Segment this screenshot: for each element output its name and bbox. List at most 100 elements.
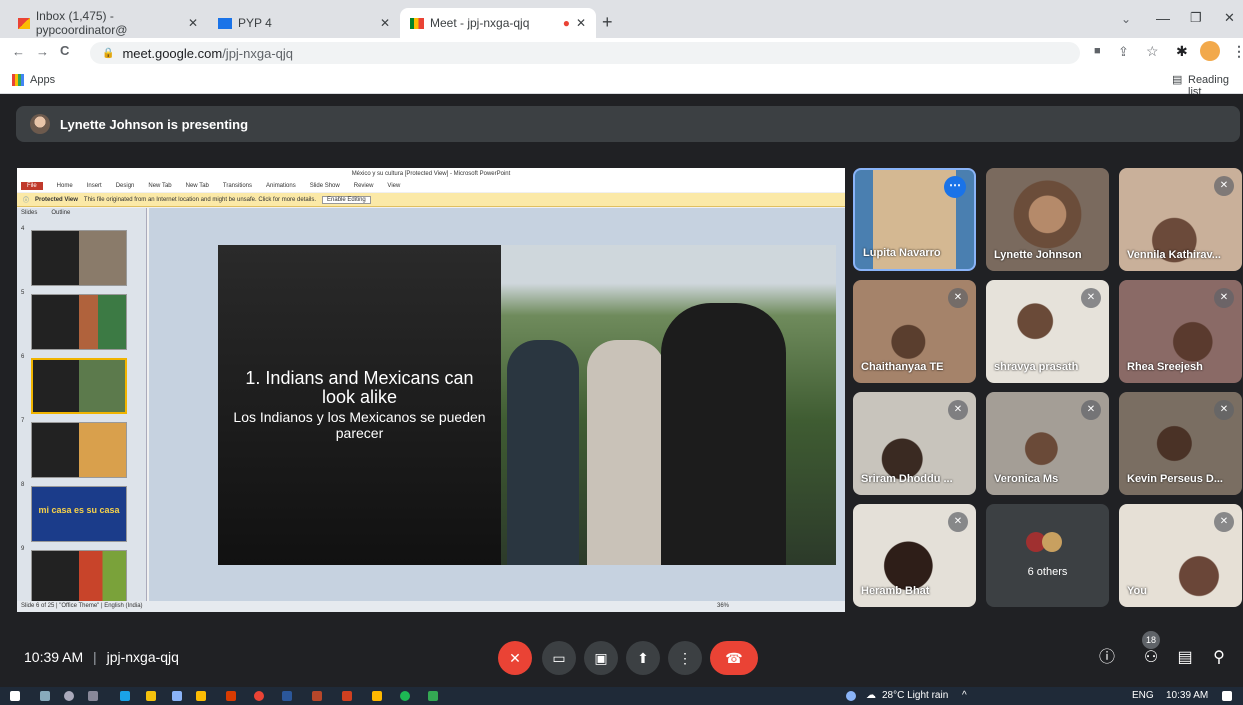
meet-app-icon[interactable] <box>428 691 438 701</box>
app-icon[interactable] <box>196 691 206 701</box>
system-clock[interactable]: 10:39 AM <box>1166 690 1208 701</box>
info-icon: ⓘ <box>23 198 30 204</box>
folder-icon[interactable] <box>372 691 382 701</box>
recording-dot-icon: ● <box>562 16 570 30</box>
people-icon[interactable]: ⚇ <box>1138 645 1164 671</box>
meet-control-bar: 10:39 AM | jpj-nxga-qjq ✕ ▭ ▣ ⬆ ⋮ ☎ ⓘ 18… <box>0 625 1243 687</box>
participant-name: Vennila Kathirav... <box>1127 249 1221 261</box>
ribbon-tab-file: File <box>21 182 43 190</box>
participant-name: Heramb Bhat <box>861 585 930 597</box>
meet-icon <box>410 17 424 29</box>
participant-tile[interactable]: ✕ shravya prasath <box>986 280 1109 383</box>
meeting-clock: 10:39 AM | jpj-nxga-qjq <box>24 649 179 665</box>
back-icon[interactable]: ← <box>12 44 25 59</box>
reload-icon[interactable]: C <box>60 43 69 58</box>
menu-icon[interactable]: ⋮ <box>1232 43 1243 60</box>
participant-name: shravya prasath <box>994 361 1079 373</box>
close-icon[interactable]: ✕ <box>188 16 198 30</box>
participant-tile[interactable]: ✕ Kevin Perseus D... <box>1119 392 1242 495</box>
separator: | <box>93 649 97 665</box>
tray-chevron-icon[interactable]: ^ <box>962 690 967 701</box>
leave-call-button[interactable]: ☎ <box>710 641 758 675</box>
browser-tab-strip: Inbox (1,475) - pypcoordinator@ ✕ PYP 4 … <box>0 0 1243 38</box>
mic-off-icon: ✕ <box>948 288 968 308</box>
participant-tile[interactable]: ⋯ Lupita Navarro <box>853 168 976 271</box>
powerpoint-icon[interactable] <box>312 691 322 701</box>
meeting-info-icon[interactable]: ⓘ <box>1094 645 1120 671</box>
help-icon[interactable] <box>846 691 856 701</box>
ribbon-tab: View <box>387 183 401 189</box>
participant-name: Rhea Sreejesh <box>1127 361 1203 373</box>
extensions-icon[interactable]: ✱ <box>1176 43 1188 60</box>
minimize-icon[interactable]: — <box>1156 10 1170 26</box>
ppt-title: México y su cultura [Protected View] - M… <box>351 171 511 177</box>
avatar <box>1042 532 1062 552</box>
dropbox-icon[interactable] <box>172 691 182 701</box>
chrome-icon[interactable] <box>254 691 264 701</box>
file-explorer-icon[interactable] <box>146 691 156 701</box>
more-options-button[interactable]: ⋮ <box>668 641 702 675</box>
spotify-icon[interactable] <box>400 691 410 701</box>
captions-button[interactable]: ▣ <box>584 641 618 675</box>
participant-tile[interactable]: ✕ Sriram Dhoddu ... <box>853 392 976 495</box>
others-tile[interactable]: 6 others <box>986 504 1109 607</box>
tab-label: Inbox (1,475) - pypcoordinator@ <box>35 9 128 37</box>
star-icon[interactable]: ☆ <box>1146 43 1159 60</box>
new-tab-button[interactable]: + <box>602 12 613 33</box>
close-window-icon[interactable]: ✕ <box>1224 10 1235 26</box>
word-icon[interactable] <box>282 691 292 701</box>
chat-icon[interactable]: ▤ <box>1172 645 1198 671</box>
url-path: /jpj-nxga-qjq <box>222 45 294 61</box>
ppt-statusbar: Slide 6 of 25 | "Office Theme" | English… <box>17 601 845 612</box>
participant-tile[interactable]: Lynette Johnson <box>986 168 1109 271</box>
participant-tile[interactable]: ✕ Rhea Sreejesh <box>1119 280 1242 383</box>
more-options-icon[interactable]: ⋯ <box>944 176 966 198</box>
camera-off-icon: ▭ <box>552 650 566 666</box>
participant-tile[interactable]: ✕ Chaithanyaa TE <box>853 280 976 383</box>
ppt-ribbon: File Home Insert Design New Tab New Tab … <box>17 180 845 192</box>
present-icon: ⬆ <box>637 650 649 666</box>
activities-icon[interactable]: ⚲ <box>1206 645 1232 671</box>
close-icon[interactable]: ✕ <box>380 16 390 30</box>
tab-inbox[interactable]: Inbox (1,475) - pypcoordinator@ ✕ <box>8 8 208 38</box>
mic-toggle-button[interactable]: ✕ <box>498 641 532 675</box>
tab-pyp4[interactable]: PYP 4 ✕ <box>208 8 400 38</box>
search-icon[interactable] <box>40 691 50 701</box>
url-host: meet.google.com <box>122 45 223 61</box>
forward-icon[interactable]: → <box>36 44 49 59</box>
notification-icon[interactable] <box>1222 691 1232 701</box>
chevron-down-icon[interactable]: ⌄ <box>1121 12 1131 26</box>
apps-bookmark[interactable]: Apps <box>30 74 55 86</box>
address-bar[interactable]: 🔒 meet.google.com/jpj-nxga-qjq <box>90 42 1080 64</box>
office-icon[interactable] <box>226 691 236 701</box>
camera-toggle-button[interactable]: ▭ <box>542 641 576 675</box>
camera-icon[interactable]: ■ <box>1094 45 1101 57</box>
acrobat-icon[interactable] <box>342 691 352 701</box>
profile-avatar[interactable] <box>1200 41 1220 61</box>
present-button[interactable]: ⬆ <box>626 641 660 675</box>
windows-start-icon[interactable] <box>10 691 20 701</box>
ribbon-tab: Home <box>56 183 73 189</box>
participant-name: You <box>1127 585 1147 597</box>
participant-tile[interactable]: ✕ Heramb Bhat <box>853 504 976 607</box>
cortana-icon[interactable] <box>64 691 74 701</box>
share-icon[interactable]: ⇪ <box>1118 44 1129 60</box>
edge-icon[interactable] <box>120 691 130 701</box>
presenter-avatar <box>30 114 50 134</box>
slide-number: 7 <box>21 418 25 424</box>
ribbon-tab: New Tab <box>185 183 209 189</box>
mic-off-icon: ✕ <box>1214 288 1234 308</box>
tab-meet[interactable]: Meet - jpj-nxga-qjq ● ✕ <box>400 8 596 38</box>
participant-tile-self[interactable]: ✕ You <box>1119 504 1242 607</box>
language-indicator[interactable]: ENG <box>1132 690 1154 701</box>
ppt-titlebar: México y su cultura [Protected View] - M… <box>17 168 845 180</box>
participant-tile[interactable]: ✕ Vennila Kathirav... <box>1119 168 1242 271</box>
maximize-icon[interactable]: ❐ <box>1190 10 1202 26</box>
participant-tile[interactable]: ✕ Veronica Ms <box>986 392 1109 495</box>
presenting-text: Lynette Johnson is presenting <box>60 116 249 132</box>
close-icon[interactable]: ✕ <box>576 16 586 30</box>
task-view-icon[interactable] <box>88 691 98 701</box>
reading-list-icon: ▤ <box>1172 74 1183 86</box>
participant-name: Veronica Ms <box>994 473 1059 485</box>
mic-off-icon: ✕ <box>1081 400 1101 420</box>
